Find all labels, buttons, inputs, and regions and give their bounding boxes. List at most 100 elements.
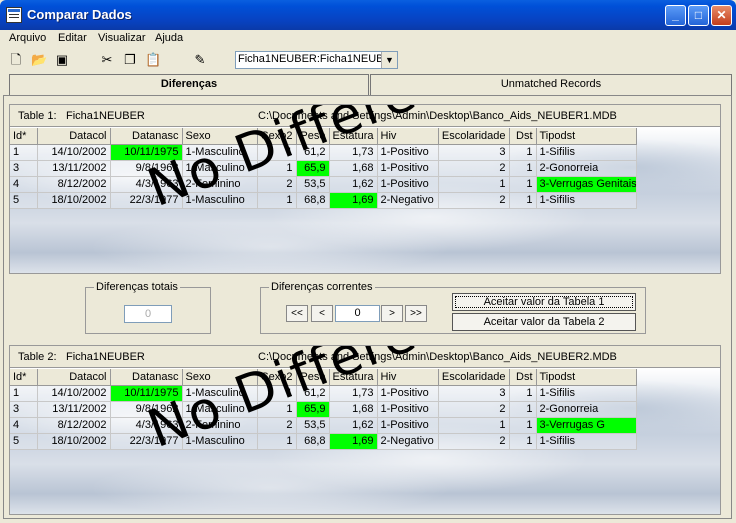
paste-icon[interactable]: 📋 (145, 52, 161, 68)
accept-table2-button[interactable]: Aceitar valor da Tabela 2 (452, 313, 636, 331)
table-cell[interactable]: 2 (438, 192, 510, 209)
column-header[interactable]: Hiv (377, 369, 439, 386)
current-difference-value[interactable]: 0 (335, 305, 380, 322)
table-cell[interactable]: 68,8 (296, 192, 330, 209)
table-cell[interactable]: 10/11/1975 (110, 385, 183, 402)
column-header[interactable]: Datanasc (110, 128, 183, 145)
table-cell[interactable]: 1-Positivo (377, 176, 439, 193)
pencil-icon[interactable]: ✎ (192, 52, 208, 68)
table-row[interactable]: 5 18/10/2002 22/3/1977 1-Masculino 1 68,8 1,69… (10, 192, 637, 209)
table-row[interactable]: 4 8/12/2002 4/3/1963 2-Feminino 2 53,5 1,62 1-P… (10, 176, 637, 193)
table-cell[interactable]: 1 (257, 192, 297, 209)
column-header[interactable]: Dst (509, 128, 537, 145)
column-header[interactable]: Id* (10, 128, 38, 145)
table-cell[interactable]: 2-Negativo (377, 192, 439, 209)
menu-visualizar[interactable]: Visualizar (98, 32, 146, 44)
table-cell[interactable]: 61,2 (296, 385, 330, 402)
table-cell[interactable]: 4/3/1963 (110, 417, 183, 434)
table-cell[interactable]: 3 (438, 144, 510, 161)
table-row[interactable]: 3 13/11/2002 9/8/1962 1-Masculino 1 65,9 1,68 1… (10, 160, 637, 177)
export-icon[interactable]: ▣ (54, 52, 70, 68)
menu-arquivo[interactable]: Arquivo (9, 32, 46, 44)
first-difference-button[interactable]: << (286, 305, 308, 322)
table-cell[interactable]: 13/11/2002 (37, 160, 111, 177)
table-cell[interactable]: 13/11/2002 (37, 401, 111, 418)
table-cell[interactable]: 3-Verrugas Genitais (536, 176, 637, 193)
table-cell[interactable]: 9/8/1962 (110, 160, 183, 177)
maximize-button[interactable]: □ (688, 5, 709, 26)
column-header[interactable]: Estatura (329, 128, 378, 145)
table-cell[interactable]: 3 (10, 401, 38, 418)
table-cell[interactable]: 1 (438, 417, 510, 434)
table-cell[interactable]: 1 (509, 176, 537, 193)
table-cell[interactable]: 65,9 (296, 160, 330, 177)
table-cell[interactable]: 1-Masculino (182, 433, 258, 450)
minimize-button[interactable]: _ (665, 5, 686, 26)
column-header[interactable]: Sexo2 (257, 128, 297, 145)
table-cell[interactable]: 1,68 (329, 401, 378, 418)
table-cell[interactable]: 8/12/2002 (37, 417, 111, 434)
table-cell[interactable]: 1,68 (329, 160, 378, 177)
column-header[interactable]: Sexo2 (257, 369, 297, 386)
table-cell[interactable]: 53,5 (296, 176, 330, 193)
table-cell[interactable]: 2-Gonorreia (536, 401, 637, 418)
table-cell[interactable]: 4/3/1963 (110, 176, 183, 193)
table-cell[interactable]: 1 (509, 417, 537, 434)
table-cell[interactable]: 22/3/1977 (110, 192, 183, 209)
table-cell[interactable]: 14/10/2002 (37, 144, 111, 161)
table-cell[interactable]: 1 (509, 192, 537, 209)
table-cell[interactable]: 2 (438, 160, 510, 177)
table-select[interactable]: Ficha1NEUBER:Ficha1NEUB ▼ (235, 51, 398, 69)
table-cell[interactable]: 9/8/1962 (110, 401, 183, 418)
table-cell[interactable]: 5 (10, 433, 38, 450)
table-cell[interactable]: 3-Verrugas G (536, 417, 637, 434)
table-cell[interactable]: 1 (10, 144, 38, 161)
chevron-down-icon[interactable]: ▼ (381, 52, 397, 68)
table-cell[interactable]: 1-Sifilis (536, 385, 637, 402)
table-cell[interactable]: 1,69 (329, 192, 378, 209)
table-cell[interactable]: 1,62 (329, 417, 378, 434)
table-cell[interactable]: 4 (10, 417, 38, 434)
table-cell[interactable]: 1-Positivo (377, 385, 439, 402)
next-difference-button[interactable]: > (381, 305, 403, 322)
table-cell[interactable]: 2 (257, 176, 297, 193)
prev-difference-button[interactable]: < (311, 305, 333, 322)
table-cell[interactable]: 1-Masculino (182, 192, 258, 209)
tab-diferencas[interactable]: Diferenças (9, 74, 369, 95)
table-cell[interactable]: 1-Masculino (182, 385, 258, 402)
table-cell[interactable]: 1 (257, 144, 297, 161)
tab-unmatched-records[interactable]: Unmatched Records (370, 74, 732, 95)
table-cell[interactable]: 1 (509, 401, 537, 418)
table-cell[interactable]: 1 (257, 160, 297, 177)
table-cell[interactable]: 1-Positivo (377, 417, 439, 434)
table-row[interactable]: 1 14/10/2002 10/11/1975 1-Masculino 1 61,2 1,7… (10, 385, 637, 402)
column-header[interactable]: Escolaridade (438, 128, 510, 145)
table-cell[interactable]: 1 (509, 385, 537, 402)
table-cell[interactable]: 1 (509, 160, 537, 177)
cut-icon[interactable]: ✂ (99, 52, 115, 68)
column-header[interactable]: Tipodst (536, 369, 637, 386)
table-cell[interactable]: 1,62 (329, 176, 378, 193)
table-cell[interactable]: 53,5 (296, 417, 330, 434)
column-header[interactable]: Escolaridade (438, 369, 510, 386)
table-cell[interactable]: 1-Positivo (377, 144, 439, 161)
table-cell[interactable]: 1,69 (329, 433, 378, 450)
table-cell[interactable]: 65,9 (296, 401, 330, 418)
table-cell[interactable]: 68,8 (296, 433, 330, 450)
open-folder-icon[interactable]: 📂 (31, 52, 47, 68)
table-row[interactable]: 5 18/10/2002 22/3/1977 1-Masculino 1 68,8 1,69… (10, 433, 637, 450)
table-cell[interactable]: 1 (257, 385, 297, 402)
close-button[interactable]: ✕ (711, 5, 732, 26)
table-cell[interactable]: 2-Feminino (182, 176, 258, 193)
table-row[interactable]: 4 8/12/2002 4/3/1963 2-Feminino 2 53,5 1,62 1-P… (10, 417, 637, 434)
table-cell[interactable]: 14/10/2002 (37, 385, 111, 402)
column-header[interactable]: Sexo (182, 369, 258, 386)
table-cell[interactable]: 8/12/2002 (37, 176, 111, 193)
table-cell[interactable]: 3 (10, 160, 38, 177)
table-cell[interactable]: 61,2 (296, 144, 330, 161)
title-bar[interactable]: Comparar Dados _ □ ✕ (0, 0, 736, 30)
table-cell[interactable]: 3 (438, 385, 510, 402)
column-header[interactable]: Datacol (37, 128, 111, 145)
table-cell[interactable]: 22/3/1977 (110, 433, 183, 450)
column-header[interactable]: Estatura (329, 369, 378, 386)
